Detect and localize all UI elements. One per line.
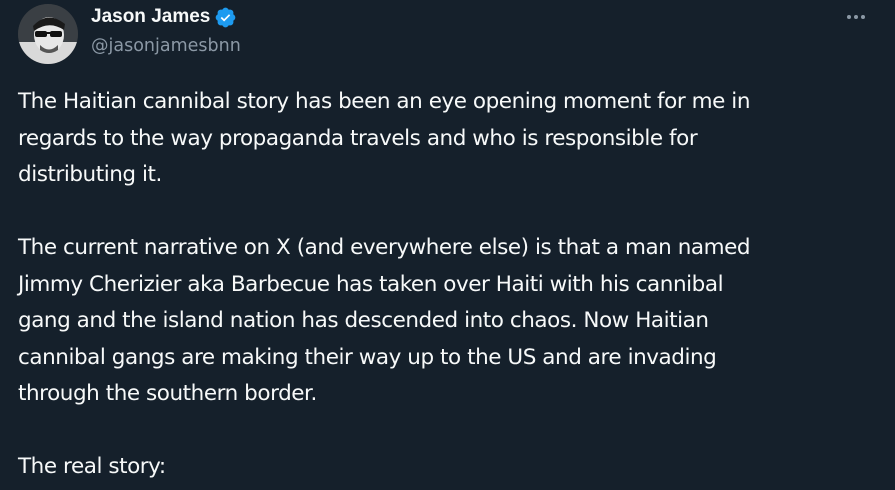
more-options-button[interactable] <box>839 7 873 27</box>
tweet-paragraph: The real story: <box>18 449 878 486</box>
tweet-card: Jason James @jasonjamesbnn The Haitian c… <box>0 0 895 490</box>
more-options-icon <box>847 15 865 19</box>
text-line: regards to the way propaganda travels an… <box>18 125 698 151</box>
tweet-text: The Haitian cannibal story has been an e… <box>18 84 878 486</box>
author-name-row: Jason James <box>91 4 237 30</box>
tweet-paragraph: The current narrative on X (and everywhe… <box>18 230 878 413</box>
text-line: The Haitian cannibal story has been an e… <box>18 89 751 114</box>
text-line: through the southern border. <box>18 381 317 406</box>
author-name[interactable]: Jason James <box>91 4 210 30</box>
avatar[interactable] <box>18 4 78 64</box>
profile-avatar-image <box>18 4 78 64</box>
text-line: The real story: <box>18 454 166 479</box>
text-line: cannibal gangs are making their way up t… <box>18 344 717 370</box>
author-handle[interactable]: @jasonjamesbnn <box>91 34 241 58</box>
text-line: Jimmy Cherizier aka Barbecue has taken o… <box>18 271 724 297</box>
text-line: gang and the island nation has descended… <box>18 308 709 333</box>
tweet-paragraph: The Haitian cannibal story has been an e… <box>18 84 878 194</box>
text-line: The current narrative on X (and everywhe… <box>18 235 751 260</box>
text-line: distributing it. <box>18 162 162 187</box>
verified-badge-icon[interactable] <box>214 6 237 29</box>
